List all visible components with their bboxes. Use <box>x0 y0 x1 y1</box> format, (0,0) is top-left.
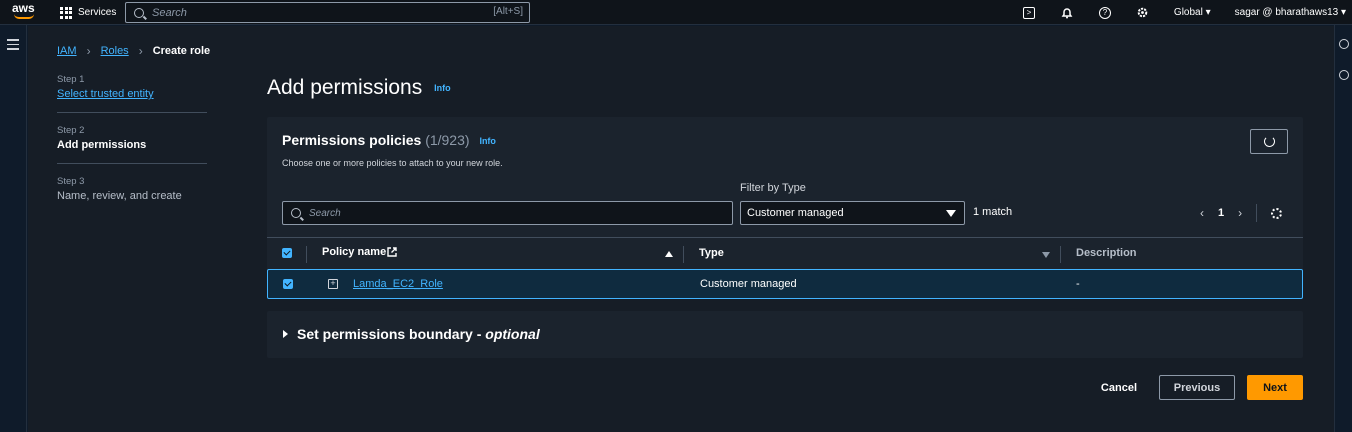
page-title-text: Add permissions <box>267 76 423 99</box>
notifications-button[interactable] <box>1048 0 1086 25</box>
nav-icons: > ? Global ▾ sagar @ bharathaws13 ▾ <box>1010 0 1352 25</box>
chevron-down-icon: ▾ <box>1205 7 1211 18</box>
step-2-label: Add permissions <box>57 139 147 151</box>
top-navigation: aws Services Search [Alt+S] > ? Global ▾… <box>0 0 1352 25</box>
step-number: Step 2 <box>57 125 85 136</box>
account-label: sagar @ bharathaws13 <box>1234 7 1339 18</box>
step-3-label: Name, review, and create <box>57 190 182 202</box>
panel-title-text: Permissions policies <box>282 132 422 148</box>
left-side-strip <box>0 25 27 432</box>
panel-info-link[interactable]: Info <box>479 136 496 146</box>
feedback-panel-icon[interactable] <box>1339 70 1349 80</box>
region-label: Global <box>1173 7 1203 18</box>
boundary-optional: optional <box>485 326 540 342</box>
services-label: Services <box>78 7 117 18</box>
account-menu[interactable]: sagar @ bharathaws13 ▾ <box>1223 7 1352 18</box>
breadcrumb-roles[interactable]: Roles <box>101 45 129 57</box>
panel-description: Choose one or more policies to attach to… <box>282 158 503 168</box>
filter-type-select[interactable]: Customer managed <box>740 201 965 225</box>
chevron-right-icon: › <box>86 44 91 58</box>
help-button[interactable]: ? <box>1086 0 1124 25</box>
table-preferences-gear-icon[interactable] <box>1271 207 1283 219</box>
aws-logo-text: aws <box>12 1 35 15</box>
sort-ascending-icon[interactable] <box>665 251 673 257</box>
help-icon: ? <box>1098 6 1111 19</box>
external-link-icon <box>387 247 397 257</box>
main-content: IAM › Roles › Create role Step 1 Select … <box>28 26 1334 432</box>
filter-type-label: Filter by Type <box>740 182 806 194</box>
step-1: Step 1 Select trusted entity <box>57 74 207 113</box>
row-checkbox[interactable] <box>283 279 293 289</box>
policy-count: (1/923) <box>425 132 470 148</box>
info-panel-icon[interactable] <box>1339 39 1349 49</box>
panel-title: Permissions policies (1/923) Info <box>282 132 496 148</box>
column-divider <box>683 246 684 263</box>
policy-description: - <box>1076 278 1080 290</box>
step-2: Step 2 Add permissions <box>57 125 207 164</box>
boundary-label-text: Set permissions boundary <box>297 326 473 342</box>
wizard-steps: Step 1 Select trusted entity Step 2 Add … <box>57 74 207 226</box>
aws-smile-icon <box>14 14 34 19</box>
bell-icon <box>1061 7 1073 18</box>
search-icon <box>134 7 144 18</box>
sort-descending-icon[interactable] <box>1042 252 1050 258</box>
column-policy-name[interactable]: Policy name <box>322 246 386 258</box>
breadcrumb: IAM › Roles › Create role <box>57 44 210 58</box>
cloudshell-icon: > <box>1022 6 1035 19</box>
region-selector[interactable]: Global ▾ <box>1162 7 1223 18</box>
match-count: 1 match <box>973 206 1013 218</box>
step-1-link[interactable]: Select trusted entity <box>57 88 207 100</box>
policy-search-input[interactable]: Search <box>282 201 733 225</box>
next-button[interactable]: Next <box>1247 375 1303 400</box>
divider <box>1256 204 1258 222</box>
pagination: ‹ 1 › <box>1200 204 1283 222</box>
refresh-button[interactable] <box>1250 129 1288 154</box>
permissions-boundary-section[interactable]: Set permissions boundary - optional <box>267 311 1303 358</box>
step-3: Step 3 Name, review, and create <box>57 176 207 214</box>
policy-type: Customer managed <box>700 278 797 290</box>
previous-page-icon[interactable]: ‹ <box>1200 206 1204 220</box>
policy-name-link[interactable]: Lamda_EC2_Role <box>353 278 443 290</box>
step-number: Step 3 <box>57 176 85 187</box>
select-all-checkbox[interactable] <box>282 248 292 258</box>
cancel-button[interactable]: Cancel <box>1085 382 1153 394</box>
caret-right-icon <box>283 330 288 338</box>
caret-down-icon <box>946 210 956 217</box>
breadcrumb-current: Create role <box>152 45 211 57</box>
search-placeholder: Search <box>309 207 341 219</box>
filter-type-value: Customer managed <box>747 207 844 219</box>
column-description: Description <box>1076 247 1137 259</box>
aws-logo[interactable]: aws <box>12 1 36 21</box>
services-menu[interactable]: Services <box>60 0 116 25</box>
table-header: Policy name Type Description <box>267 237 1303 269</box>
chevron-down-icon: ▾ <box>1340 7 1346 18</box>
refresh-icon <box>1263 136 1275 147</box>
page-title: Add permissions Info <box>267 76 451 100</box>
step-number: Step 1 <box>57 74 85 85</box>
search-placeholder: Search <box>152 6 187 19</box>
hamburger-menu-icon[interactable] <box>7 39 19 53</box>
settings-button[interactable] <box>1124 0 1162 25</box>
expand-plus-icon[interactable]: + <box>328 279 338 289</box>
next-page-icon[interactable]: › <box>1238 206 1242 220</box>
table-row[interactable]: + Lamda_EC2_Role Customer managed - <box>267 269 1303 299</box>
previous-button[interactable]: Previous <box>1159 375 1235 400</box>
column-divider <box>1060 246 1061 263</box>
global-search-input[interactable]: Search [Alt+S] <box>125 2 530 23</box>
right-side-strip <box>1334 25 1352 432</box>
chevron-right-icon: › <box>138 44 143 58</box>
boundary-label: Set permissions boundary - optional <box>297 326 540 342</box>
column-type[interactable]: Type <box>699 247 724 259</box>
permissions-policies-panel: Permissions policies (1/923) Info Choose… <box>267 117 1303 294</box>
search-shortcut: [Alt+S] <box>493 6 523 17</box>
breadcrumb-iam[interactable]: IAM <box>57 45 77 57</box>
page-number[interactable]: 1 <box>1218 207 1224 219</box>
grid-icon <box>60 6 72 19</box>
wizard-actions: Cancel Previous Next <box>1085 375 1303 400</box>
search-icon <box>291 208 301 218</box>
cloudshell-button[interactable]: > <box>1010 0 1048 25</box>
page-info-link[interactable]: Info <box>434 83 451 93</box>
column-divider <box>306 246 307 263</box>
gear-icon <box>1138 7 1148 18</box>
